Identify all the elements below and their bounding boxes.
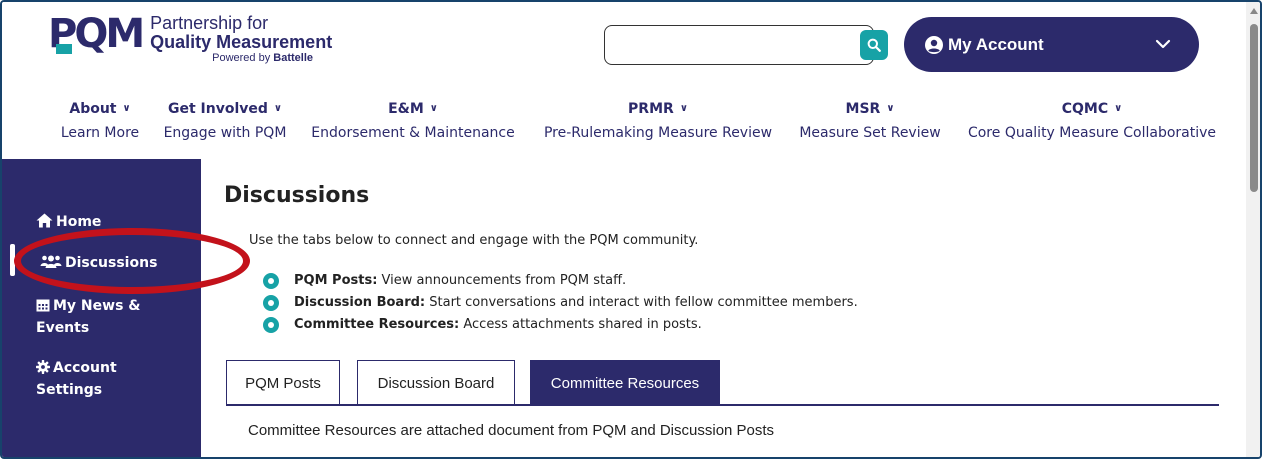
bullet-icon xyxy=(263,295,279,311)
gear-icon xyxy=(36,360,50,374)
sidebar-item-label-2: Events xyxy=(36,320,90,336)
my-account-label: My Account xyxy=(948,34,1044,54)
nav-em[interactable]: E&M ∨ Endorsement & Maintenance xyxy=(307,98,519,146)
nav-em-sub: Endorsement & Maintenance xyxy=(311,125,515,141)
intro-text: Use the tabs below to connect and engage… xyxy=(249,233,699,248)
nav-msr[interactable]: MSR ∨ Measure Set Review xyxy=(797,98,943,146)
tab-pqm-posts[interactable]: PQM Posts xyxy=(226,360,340,405)
search-bar xyxy=(604,25,888,65)
nav-prmr-sub: Pre-Rulemaking Measure Review xyxy=(543,125,773,141)
list-item: PQM Posts: View announcements from PQM s… xyxy=(263,270,858,292)
nav-msr-label: MSR xyxy=(845,101,881,117)
sidebar-item-news-events[interactable]: My News & Events xyxy=(36,295,141,339)
page-title: Discussions xyxy=(224,183,370,208)
pqm-logo[interactable]: PQM Partnership for Quality Measurement … xyxy=(48,14,332,70)
logo-line-2: Quality Measurement xyxy=(150,32,333,52)
vertical-scrollbar[interactable] xyxy=(1246,2,1260,457)
nav-em-label: E&M xyxy=(388,101,424,117)
users-icon xyxy=(40,255,62,268)
bullet-icon xyxy=(263,317,279,333)
nav-cqmc-sub: Core Quality Measure Collaborative xyxy=(967,125,1217,141)
chevron-down-icon: ∨ xyxy=(122,103,131,114)
bullet-icon xyxy=(263,273,279,289)
sidebar-item-discussions[interactable]: Discussions xyxy=(40,252,157,274)
sidebar-item-label-2: Settings xyxy=(36,382,103,398)
tab-committee-resources[interactable]: Committee Resources xyxy=(530,360,720,405)
logo-mark: PQM xyxy=(48,11,145,57)
sidebar-item-label: Discussions xyxy=(65,255,158,271)
nav-msr-sub: Measure Set Review xyxy=(799,125,941,141)
chevron-down-icon: ∨ xyxy=(429,103,438,114)
my-account-button[interactable]: My Account xyxy=(904,17,1199,72)
main-content: Discussions Use the tabs below to connec… xyxy=(201,159,1246,457)
nav-cqmc-label: CQMC xyxy=(1061,101,1109,117)
tab-underline xyxy=(226,404,1219,406)
chevron-down-icon: ∨ xyxy=(886,103,895,114)
chevron-down-icon: ∨ xyxy=(679,103,688,114)
sidebar-item-home[interactable]: Home xyxy=(36,211,101,233)
search-input[interactable] xyxy=(604,25,874,65)
sidebar-item-label: My News & xyxy=(53,298,141,314)
scroll-up-icon[interactable] xyxy=(1250,8,1258,14)
logo-tagline: Powered by Battelle xyxy=(212,52,314,64)
chevron-down-icon xyxy=(1155,39,1171,49)
calendar-icon xyxy=(36,299,50,312)
sidebar-item-account-settings[interactable]: Account Settings xyxy=(36,357,117,401)
search-button[interactable] xyxy=(860,30,888,60)
logo-text: Partnership for Quality Measurement Powe… xyxy=(150,14,332,65)
home-icon xyxy=(36,213,53,228)
site-header: PQM Partnership for Quality Measurement … xyxy=(2,2,1246,159)
sidebar: Home Discussions My News & Events Accoun… xyxy=(2,159,201,457)
nav-prmr[interactable]: PRMR ∨ Pre-Rulemaking Measure Review xyxy=(537,98,779,146)
active-indicator xyxy=(10,244,15,276)
nav-get-involved-label: Get Involved xyxy=(167,101,268,117)
list-item: Committee Resources: Access attachments … xyxy=(263,314,858,336)
scroll-thumb[interactable] xyxy=(1250,24,1258,192)
list-item: Discussion Board: Start conversations an… xyxy=(263,292,858,314)
nav-prmr-label: PRMR xyxy=(628,101,674,117)
nav-get-involved[interactable]: Get Involved ∨ Engage with PQM xyxy=(157,98,293,146)
nav-get-involved-sub: Engage with PQM xyxy=(163,125,287,141)
bullet-list: PQM Posts: View announcements from PQM s… xyxy=(263,270,858,336)
nav-about[interactable]: About ∨ Learn More xyxy=(57,98,143,146)
search-icon xyxy=(867,38,881,52)
chevron-down-icon: ∨ xyxy=(273,103,283,114)
tab-content-text: Committee Resources are attached documen… xyxy=(248,422,775,439)
sidebar-item-label: Home xyxy=(56,214,102,230)
main-nav: About ∨ Learn More Get Involved ∨ Engage w… xyxy=(2,98,1246,148)
nav-cqmc[interactable]: CQMC ∨ Core Quality Measure Collaborative xyxy=(962,98,1222,146)
nav-about-label: About xyxy=(69,101,117,117)
browser-frame: PQM Partnership for Quality Measurement … xyxy=(0,0,1262,459)
logo-line-1: Partnership for xyxy=(150,13,269,33)
sidebar-item-label: Account xyxy=(53,360,117,376)
user-circle-icon xyxy=(925,35,943,54)
tab-discussion-board[interactable]: Discussion Board xyxy=(357,360,515,405)
nav-about-sub: Learn More xyxy=(60,125,140,141)
chevron-down-icon: ∨ xyxy=(1114,103,1123,114)
